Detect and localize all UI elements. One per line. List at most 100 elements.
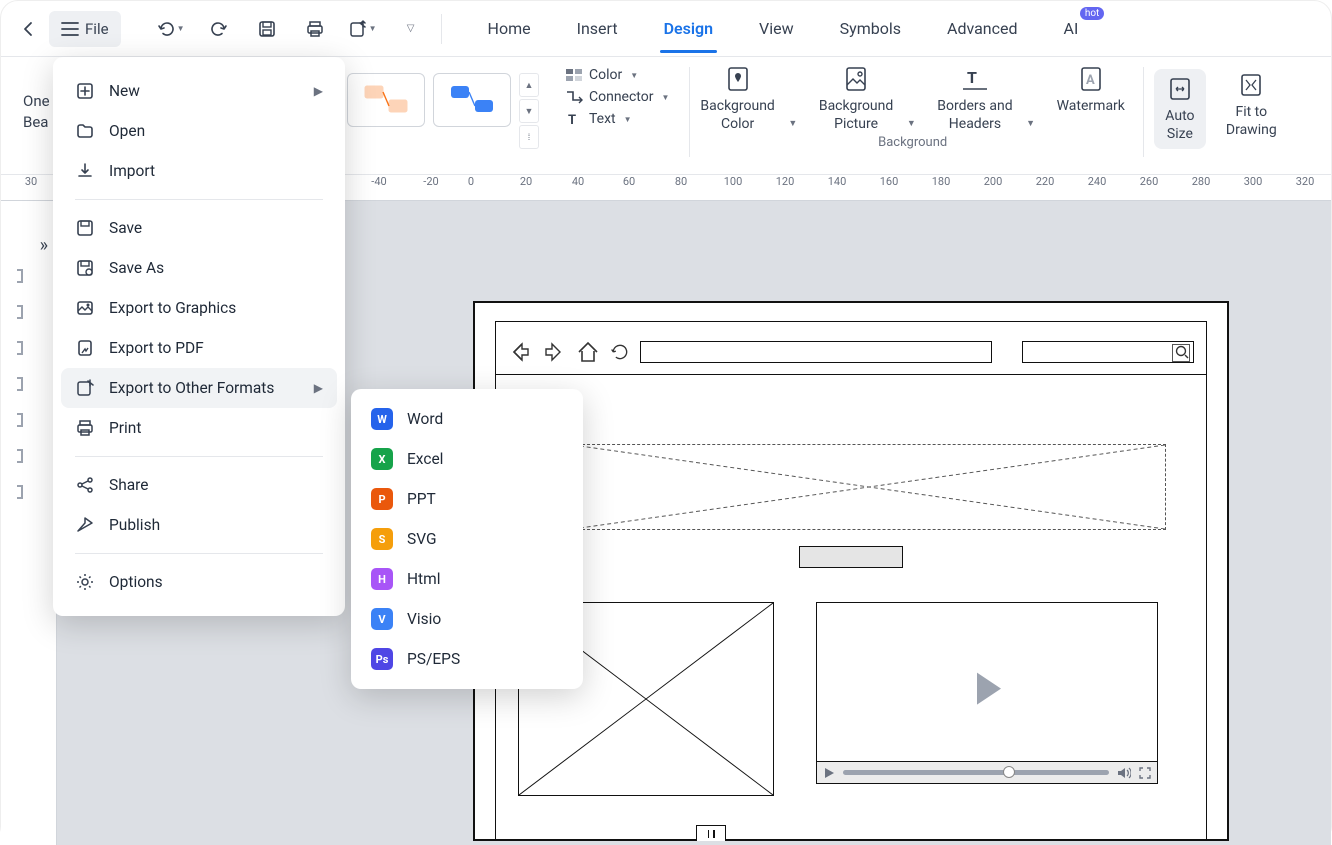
export-button[interactable]: ▼ <box>345 11 381 47</box>
hidden-text-2: Bea <box>23 112 57 133</box>
address-bar[interactable] <box>640 341 992 363</box>
ruler-tick: 40 <box>572 175 584 188</box>
menu-export-pdf-label: Export to PDF <box>109 339 204 357</box>
play-small-icon[interactable] <box>823 767 835 779</box>
caret-down-icon: ▼ <box>369 24 377 33</box>
theme-scroll-up[interactable]: ▲ <box>519 73 539 97</box>
volume-icon[interactable] <box>1117 767 1131 779</box>
bg-picture-icon <box>844 65 868 93</box>
borders-dd[interactable]: ▼ <box>1023 63 1039 135</box>
menu-publish[interactable]: Publish <box>61 505 337 545</box>
color-label: Color <box>589 67 622 83</box>
bg-color-dd[interactable]: ▼ <box>785 63 801 135</box>
text-dropdown[interactable]: T Text ▼ <box>565 111 669 127</box>
menu-save[interactable]: Save <box>61 208 337 248</box>
watermark-icon: A <box>1079 65 1103 93</box>
ruler-tick: 220 <box>1036 175 1055 188</box>
menu-import[interactable]: Import <box>61 151 337 191</box>
theme-item[interactable] <box>433 73 511 127</box>
bg-picture-dd[interactable]: ▼ <box>903 63 919 135</box>
bg-picture-label: BackgroundPicture <box>819 97 893 133</box>
connector-dropdown[interactable]: Connector ▼ <box>565 89 669 105</box>
ruler-tick: 20 <box>520 175 532 188</box>
export-svg-label: SVG <box>407 530 437 548</box>
borders-headers-button[interactable]: T Borders andHeaders <box>927 63 1022 135</box>
menu-export-other[interactable]: Export to Other Formats ▶ <box>61 368 337 408</box>
menu-import-label: Import <box>109 162 155 180</box>
chevron-right-icon: ▶ <box>314 381 323 395</box>
menu-export-pdf[interactable]: Export to PDF <box>61 328 337 368</box>
menu-print[interactable]: Print <box>61 408 337 448</box>
fullscreen-icon[interactable] <box>1139 767 1151 779</box>
menu-save-label: Save <box>109 219 142 237</box>
tab-home[interactable]: Home <box>484 5 535 52</box>
more-quickaccess-button[interactable]: ▽ <box>393 11 429 47</box>
theme-scroll-down[interactable]: ▼ <box>519 99 539 123</box>
ruler-tick: 180 <box>932 175 951 188</box>
tab-advanced[interactable]: Advanced <box>943 5 1022 52</box>
pseps-icon: Ps <box>371 648 393 670</box>
banner-placeholder[interactable] <box>572 444 1166 530</box>
menu-share-label: Share <box>109 476 149 494</box>
theme-scroll-more[interactable]: ⁞ <box>519 125 539 149</box>
ruler-tick: 30 <box>25 175 37 188</box>
tab-ai[interactable]: AI hot <box>1060 5 1083 52</box>
watermark-button[interactable]: A Watermark <box>1047 63 1135 117</box>
menu-publish-label: Publish <box>109 516 160 534</box>
export-pseps[interactable]: Ps PS/EPS <box>357 639 577 679</box>
menu-export-graphics[interactable]: Export to Graphics <box>61 288 337 328</box>
browser-toolbar <box>508 336 1194 368</box>
tab-ai-label: AI <box>1064 19 1079 38</box>
export-other-icon <box>75 378 95 398</box>
background-picture-button[interactable]: BackgroundPicture <box>809 63 903 135</box>
connector-label: Connector <box>589 89 653 105</box>
background-color-button[interactable]: BackgroundColor <box>690 63 784 135</box>
file-menu-button[interactable]: File <box>49 11 121 47</box>
save-button[interactable] <box>249 11 285 47</box>
menu-new-label: New <box>109 82 140 100</box>
caret-down-icon: ▼ <box>624 115 632 124</box>
file-menu-label: File <box>85 20 109 38</box>
print-button[interactable] <box>297 11 333 47</box>
theme-item[interactable] <box>347 73 425 127</box>
wireframe-drawing[interactable] <box>473 301 1229 841</box>
ruler-tick: 120 <box>776 175 795 188</box>
export-ppt[interactable]: P PPT <box>357 479 577 519</box>
export-word[interactable]: W Word <box>357 399 577 439</box>
ruler-tick: 260 <box>1140 175 1159 188</box>
watermark-label: Watermark <box>1057 97 1125 115</box>
menu-options[interactable]: Options <box>61 562 337 602</box>
page-tab-handle[interactable] <box>696 825 726 841</box>
undo-button[interactable]: ▼ <box>153 11 189 47</box>
fit-to-drawing-button[interactable]: Fit toDrawing <box>1216 69 1287 149</box>
expand-panel-button[interactable]: » <box>40 235 48 256</box>
menu-open[interactable]: Open <box>61 111 337 151</box>
tab-insert[interactable]: Insert <box>573 5 622 52</box>
button-placeholder[interactable] <box>799 546 903 568</box>
export-svg[interactable]: S SVG <box>357 519 577 559</box>
tab-view[interactable]: View <box>755 5 798 52</box>
tab-symbols[interactable]: Symbols <box>836 5 905 52</box>
export-excel[interactable]: X Excel <box>357 439 577 479</box>
export-html-label: Html <box>407 570 441 588</box>
video-progress[interactable] <box>843 770 1109 775</box>
search-box[interactable] <box>1022 341 1194 363</box>
back-button[interactable] <box>11 11 47 47</box>
video-placeholder[interactable] <box>816 602 1158 784</box>
tab-design[interactable]: Design <box>660 5 717 52</box>
save-icon <box>75 218 95 238</box>
export-html[interactable]: H Html <box>357 559 577 599</box>
auto-size-button[interactable]: AutoSize <box>1154 69 1206 149</box>
ruler-tick: 240 <box>1088 175 1107 188</box>
export-visio[interactable]: V Visio <box>357 599 577 639</box>
menu-tabs: Home Insert Design View Symbols Advanced… <box>484 5 1083 52</box>
search-icon <box>1175 345 1189 359</box>
redo-button[interactable] <box>201 11 237 47</box>
svg-text:T: T <box>967 68 977 87</box>
menu-new[interactable]: New ▶ <box>61 71 337 111</box>
menu-options-label: Options <box>109 573 163 591</box>
menu-save-as[interactable]: Save As <box>61 248 337 288</box>
palette-icon <box>565 68 583 82</box>
menu-share[interactable]: Share <box>61 465 337 505</box>
color-dropdown[interactable]: Color ▼ <box>565 67 669 83</box>
